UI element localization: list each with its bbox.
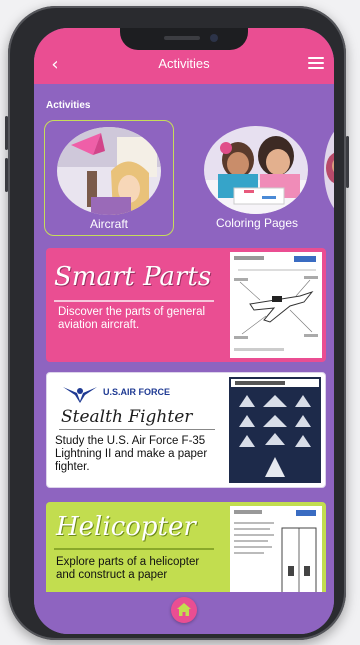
phone-frame: ‹ Activities Activities Aircraft Colorin… <box>5 6 349 640</box>
card-description: Study the U.S. Air Force F-35 Lightning … <box>55 435 208 473</box>
home-icon <box>177 603 191 616</box>
brand-text: U.S.AIR FORCE <box>103 387 171 397</box>
category-label: Aircraft <box>89 217 128 231</box>
card-title: Smart Parts <box>54 262 212 292</box>
category-coloring-pages[interactable]: Coloring Pages <box>192 120 322 236</box>
card-text-panel: U.S.AIR FORCE Stealth Fighter Study the … <box>47 373 223 487</box>
speaker-grille <box>164 36 200 40</box>
divider <box>54 548 214 550</box>
activity-card-stealth-fighter[interactable]: U.S.AIR FORCE Stealth Fighter Study the … <box>46 372 326 488</box>
card-title: Helicopter <box>56 512 196 542</box>
category-aircraft[interactable]: Aircraft <box>44 120 174 236</box>
volume-down-button <box>5 158 8 192</box>
divider <box>59 429 215 430</box>
category-peek-photo[interactable] <box>324 126 334 214</box>
card-description: Explore parts of a helicopter and constr… <box>56 556 200 581</box>
aircraft-photo <box>57 127 161 215</box>
volume-up-button <box>5 116 8 150</box>
activity-card-smart-parts[interactable]: Smart Parts Discover the parts of genera… <box>46 248 326 362</box>
hamburger-menu-icon[interactable] <box>308 57 324 71</box>
coloring-pages-photo <box>204 126 308 214</box>
page-title: Activities <box>158 56 210 71</box>
section-label: Activities <box>46 100 91 111</box>
app-screen: ‹ Activities Activities Aircraft Colorin… <box>34 28 334 634</box>
worksheet-thumbnail <box>230 252 322 358</box>
notch <box>120 28 248 50</box>
category-label: Coloring Pages <box>215 216 299 230</box>
card-text-panel: Smart Parts Discover the parts of genera… <box>46 248 222 362</box>
bottom-navigation <box>34 592 334 634</box>
home-button[interactable] <box>171 597 197 623</box>
air-force-logo: U.S.AIR FORCE <box>61 383 201 403</box>
card-description: Discover the parts of general aviation a… <box>58 306 206 331</box>
worksheet-thumbnail <box>229 377 321 483</box>
card-title: Stealth Fighter <box>61 407 193 427</box>
camera-icon <box>210 34 218 42</box>
power-button <box>346 136 349 188</box>
divider <box>54 300 214 302</box>
